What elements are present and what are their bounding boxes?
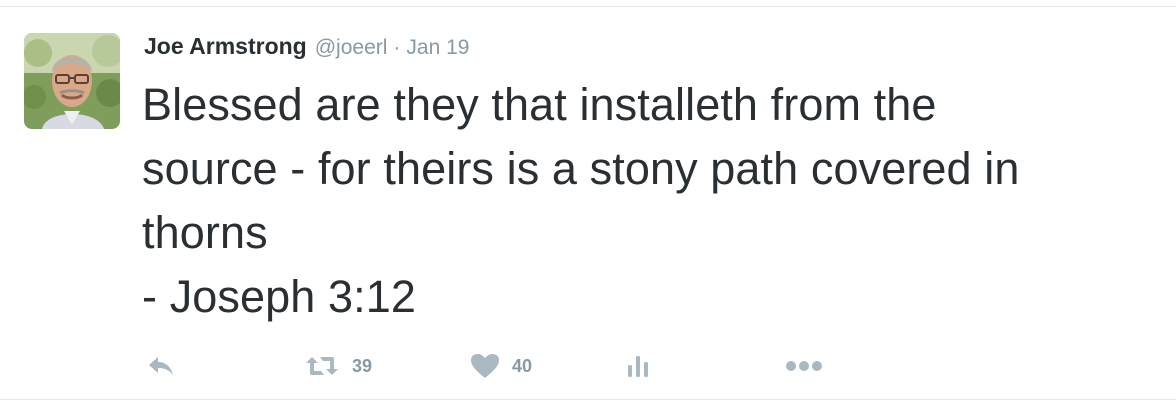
tweet-card: Joe Armstrong @joeerl · Jan 19 Blessed a… bbox=[0, 6, 1176, 400]
retweet-icon bbox=[306, 357, 338, 375]
tweet-actions: 39 40 bbox=[144, 351, 844, 381]
tweet-text-line: source - for theirs is a stony path cove… bbox=[142, 143, 1020, 194]
like-count: 40 bbox=[512, 355, 533, 376]
more-button[interactable] bbox=[784, 351, 824, 381]
tweet-text: Blessed are they that installeth from th… bbox=[142, 73, 1162, 329]
reply-icon bbox=[149, 357, 173, 375]
retweet-button[interactable]: 39 bbox=[304, 351, 372, 381]
analytics-button[interactable] bbox=[624, 351, 652, 381]
author-handle[interactable]: @joeerl bbox=[315, 36, 388, 60]
tweet-text-line: Blessed are they that installeth from th… bbox=[142, 79, 937, 130]
retweet-count: 39 bbox=[352, 355, 373, 376]
like-button[interactable]: 40 bbox=[470, 351, 532, 381]
tweet-text-line: - Joseph 3:12 bbox=[142, 271, 416, 322]
analytics-icon bbox=[628, 356, 648, 377]
header-separator: · bbox=[393, 36, 401, 59]
author-name[interactable]: Joe Armstrong bbox=[144, 33, 307, 60]
heart-icon bbox=[471, 354, 499, 378]
tweet-date[interactable]: Jan 19 bbox=[406, 36, 469, 60]
avatar-image bbox=[24, 33, 120, 129]
reply-button[interactable] bbox=[146, 351, 176, 381]
more-icon bbox=[786, 361, 822, 371]
tweet-header: Joe Armstrong @joeerl · Jan 19 bbox=[144, 33, 469, 63]
tweet-text-line: thorns bbox=[142, 207, 268, 258]
avatar[interactable] bbox=[24, 33, 120, 129]
